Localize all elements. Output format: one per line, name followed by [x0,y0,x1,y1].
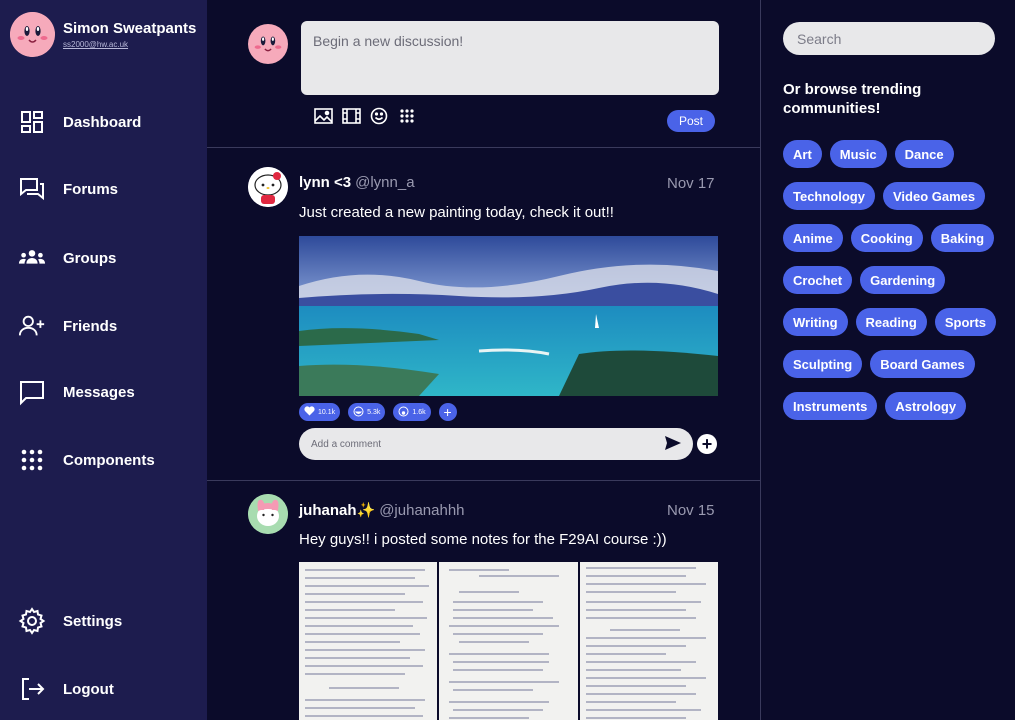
sidebar-item-logout[interactable]: Logout [18,674,114,704]
community-tag-astrology[interactable]: Astrology [885,392,967,420]
emoji-icon[interactable] [369,106,389,126]
reaction-count: 10.1k [318,408,336,416]
sidebar-item-groups[interactable]: Groups [18,243,116,273]
sidebar-item-label: Messages [63,383,135,401]
community-tag-art[interactable]: Art [783,140,822,168]
community-tag-sports[interactable]: Sports [934,308,996,336]
community-tag-gardening[interactable]: Gardening [860,266,946,294]
post-button[interactable]: Post [667,110,715,132]
forums-icon [18,175,46,203]
laugh-icon [353,406,364,419]
community-tag-board-games[interactable]: Board Games [870,350,975,378]
author-name[interactable]: juhanah [299,502,357,519]
notes-page [579,562,718,720]
composer-toolbar [313,106,417,126]
add-comment-button[interactable]: + [697,434,717,454]
post-date: Nov 15 [667,502,715,519]
community-tag-baking[interactable]: Baking [930,224,995,252]
community-tag-video-games[interactable]: Video Games [882,182,986,210]
community-tag-anime[interactable]: Anime [783,224,843,252]
community-tag-dance[interactable]: Dance [894,140,954,168]
components-icon [18,446,46,474]
sidebar-item-messages[interactable]: Messages [18,377,135,407]
community-tag-crochet[interactable]: Crochet [783,266,853,294]
sidebar-item-label: Settings [63,612,123,630]
post-author: lynn <3 @lynn_a [299,174,415,191]
sidebar-item-label: Components [63,451,155,469]
post-text: Hey guys!! i posted some notes for the F… [299,531,667,548]
avatar[interactable] [248,494,288,534]
post-image[interactable] [299,236,718,396]
reaction-count: 1.6k [412,408,426,416]
divider [207,480,761,481]
sidebar-item-settings[interactable]: Settings [18,606,122,636]
author-handle[interactable]: @juhanahhh [379,502,464,519]
sidebar-item-forums[interactable]: Forums [18,174,118,204]
grid-icon[interactable] [397,106,417,126]
notes-page [299,562,438,720]
sidebar-item-components[interactable]: Components [18,445,155,475]
dashboard-icon [18,108,46,136]
notes-page [439,562,578,720]
community-tag-instruments[interactable]: Instruments [783,392,878,420]
reaction-laugh[interactable]: 5.3k [348,403,386,421]
reaction-heart[interactable]: 10.1k [299,403,341,421]
app: Simon Sweatpants ss2000@hw.ac.uk Dashboa… [0,0,1015,720]
wow-icon [398,406,409,419]
sidebar-item-label: Groups [63,249,117,267]
comment-input[interactable]: Add a comment [299,428,693,460]
browse-title: Or browse trending communities! [783,81,922,117]
image-icon[interactable] [313,106,333,126]
send-icon[interactable] [665,435,681,453]
sidebar-item-friends[interactable]: Friends [18,311,117,341]
composer-avatar [248,24,288,69]
divider [207,147,761,148]
community-tag-writing[interactable]: Writing [783,308,848,336]
sidebar-item-label: Forums [63,180,119,198]
reaction-bar: 10.1k 5.3k 1.6k + [299,403,457,421]
sidebar-item-label: Logout [63,680,114,698]
post-text: Just created a new painting today, check… [299,204,614,221]
groups-icon [18,244,46,272]
user-email[interactable]: ss2000@hw.ac.uk [63,40,196,49]
post-image[interactable] [299,562,718,720]
messages-icon [18,378,46,406]
community-tag-reading[interactable]: Reading [855,308,927,336]
comment-placeholder: Add a comment [311,438,382,450]
avatar [10,12,55,57]
sidebar-item-label: Friends [63,317,118,335]
feed: Begin a new discussion! Post lynn <3 @ly… [207,0,761,720]
sidebar-item-label: Dashboard [63,113,142,131]
add-reaction-button[interactable]: + [438,403,457,421]
post-author: juhanah✨ @juhanahhh [299,501,465,519]
post-date: Nov 17 [667,175,715,192]
heart-icon [304,406,315,418]
gear-icon [18,607,46,635]
author-handle[interactable]: @lynn_a [355,174,414,191]
video-icon[interactable] [341,106,361,126]
user-profile[interactable]: Simon Sweatpants ss2000@hw.ac.uk [10,12,196,57]
right-panel: Or browse trending communities! ArtMusic… [761,0,1015,720]
reaction-count: 5.3k [367,408,381,416]
search-input[interactable] [783,22,995,55]
sparkle-emoji: ✨ [356,502,376,519]
user-name: Simon Sweatpants [63,20,197,37]
community-tag-technology[interactable]: Technology [783,182,875,210]
community-tags: Art Music Dance Technology Video Games Anime C… [783,140,1003,420]
sidebar: Simon Sweatpants ss2000@hw.ac.uk Dashboa… [0,0,207,720]
reaction-wow[interactable]: 1.6k [393,403,431,421]
community-tag-music[interactable]: Music [829,140,887,168]
sidebar-item-dashboard[interactable]: Dashboard [18,107,141,137]
friends-icon [18,312,46,340]
logout-icon [18,675,46,703]
composer-input[interactable]: Begin a new discussion! [301,21,719,95]
community-tag-cooking[interactable]: Cooking [850,224,923,252]
author-name[interactable]: lynn <3 [299,174,351,191]
community-tag-sculpting[interactable]: Sculpting [783,350,863,378]
avatar[interactable] [248,167,288,207]
